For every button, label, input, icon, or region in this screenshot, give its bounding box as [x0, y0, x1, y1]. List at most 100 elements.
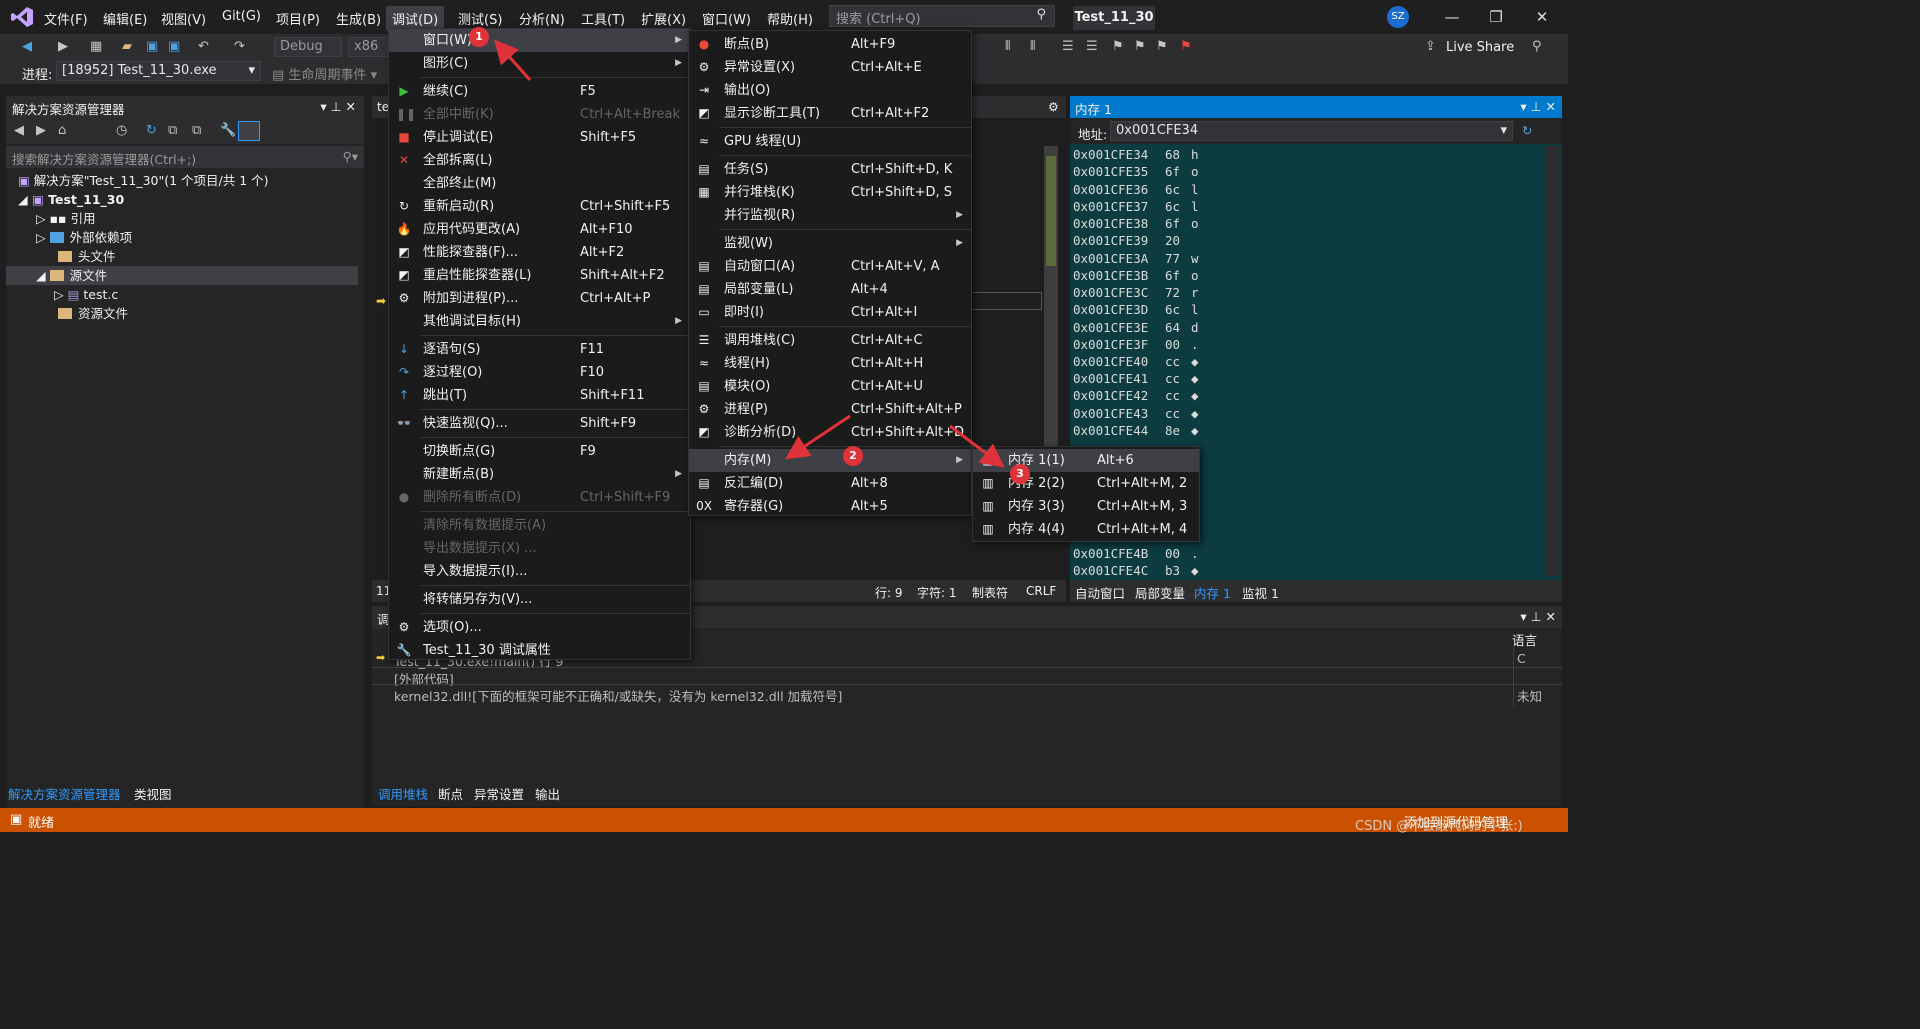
feedback-icon[interactable]: ⚲	[1532, 39, 1542, 54]
save-all-icon[interactable]: ▣	[168, 39, 180, 54]
debug-menu-item[interactable]: 👓 快速监视(Q)... Shift+F9	[389, 412, 690, 435]
search-input[interactable]: 搜索 (Ctrl+Q) ⚲	[829, 5, 1055, 27]
debug-menu-item[interactable]: ■ 停止调试(E) Shift+F5	[389, 126, 690, 149]
memory-menu-item[interactable]: ▥ 内存 2(2) Ctrl+Alt+M, 2	[973, 472, 1199, 495]
window-menu-item[interactable]: ☰ 调用堆栈(C) Ctrl+Alt+C	[689, 329, 971, 352]
show-all-files-icon[interactable]: ⧉	[192, 123, 201, 138]
forward-icon[interactable]: ▶	[36, 123, 46, 138]
tree-item-project[interactable]: ◢ ▣ Test_11_30	[6, 190, 358, 209]
tab-solution-explorer[interactable]: 解决方案资源管理器	[8, 784, 121, 803]
memory-row[interactable]: 0x001CFE3A 77 w	[1073, 251, 1199, 268]
debug-menu-item[interactable]: 其他调试目标(H) ▶	[389, 310, 690, 333]
menu-1[interactable]: 编辑(E)	[103, 9, 147, 28]
debug-menu-item[interactable]: ↓ 逐语句(S) F11	[389, 338, 690, 361]
window-menu-item[interactable]: ≈ GPU 线程(U)	[689, 130, 971, 153]
memory-row[interactable]: 0x001CFE39 20	[1073, 233, 1191, 250]
live-share-button[interactable]: Live Share	[1446, 40, 1514, 55]
window-menu-item[interactable]: ▤ 任务(S) Ctrl+Shift+D, K	[689, 158, 971, 181]
debug-menu-item[interactable]: ⚙ 附加到进程(P)... Ctrl+Alt+P	[389, 287, 690, 310]
properties-icon[interactable]: 🔧	[220, 123, 236, 138]
new-project-icon[interactable]: ▦	[90, 39, 102, 54]
memory-row[interactable]: 0x001CFE3B 6f o	[1073, 268, 1199, 285]
tabs-indicator[interactable]: 制表符	[972, 584, 1008, 601]
home-icon[interactable]: ⌂	[58, 123, 66, 138]
memory-row[interactable]: 0x001CFE3D 6c l	[1073, 302, 1199, 319]
collapse-all-icon[interactable]: ⧉	[168, 123, 177, 138]
bookmark-icon[interactable]: ⚑	[1112, 39, 1124, 54]
sync-icon[interactable]: ↻	[146, 123, 157, 138]
debug-menu-item[interactable]: 图形(C) ▶	[389, 52, 690, 75]
tree-item-source-files[interactable]: ◢ 源文件	[6, 266, 358, 285]
memory-row[interactable]: 0x001CFE42 cc ◆	[1073, 388, 1199, 405]
tab-class-view[interactable]: 类视图	[134, 784, 172, 803]
memory-row[interactable]: 0x001CFE34 68 h	[1073, 147, 1199, 164]
tree-item-solution[interactable]: ▣ 解决方案"Test_11_30"(1 个项目/共 1 个)	[6, 171, 358, 190]
minimize-button[interactable]: —	[1440, 6, 1464, 28]
window-menu-item[interactable]: ◩ 诊断分析(D) Ctrl+Shift+Alt+D	[689, 421, 971, 444]
panel-pin-icon[interactable]: ▾ ⊥ ✕	[320, 99, 356, 114]
debug-menu-item[interactable]: ↷ 逐过程(O) F10	[389, 361, 690, 384]
debug-menu-item[interactable]: 窗口(W) ▶	[389, 29, 690, 52]
menu-10[interactable]: 扩展(X)	[641, 9, 686, 28]
debug-menu-item[interactable]: 🔥 应用代码更改(A) Alt+F10	[389, 218, 690, 241]
menu-4[interactable]: 项目(P)	[276, 9, 320, 28]
window-menu-item[interactable]: 0X 寄存器(G) Alt+5	[689, 495, 971, 518]
debug-menu-item[interactable]: 新建断点(B) ▶	[389, 463, 690, 486]
debug-menu-item[interactable]: ▶ 继续(C) F5	[389, 80, 690, 103]
debug-menu-item[interactable]: 🔧 Test_11_30 调试属性	[389, 639, 690, 662]
comment-icon[interactable]: ☰	[1062, 39, 1074, 54]
debug-menu-item[interactable]: 全部终止(M)	[389, 172, 690, 195]
configuration-dropdown[interactable]: Debug	[274, 37, 342, 57]
memory-row[interactable]: 0x001CFE3C 72 r	[1073, 285, 1199, 302]
debug-menu-item[interactable]: 清除所有数据提示(A)	[389, 514, 690, 537]
memory-scrollbar[interactable]	[1546, 146, 1560, 576]
address-input[interactable]: 0x001CFE34 ▾	[1110, 121, 1513, 141]
tab-watch-1[interactable]: 监视 1	[1242, 583, 1279, 602]
memory-row[interactable]: 0x001CFE4B 00.	[1073, 546, 1199, 563]
memory-row[interactable]: 0x001CFE40 cc ◆	[1073, 354, 1199, 371]
menu-11[interactable]: 窗口(W)	[702, 9, 751, 28]
back-icon[interactable]: ◀	[22, 39, 32, 54]
forward-icon[interactable]: ▶	[58, 39, 68, 54]
tree-item-test-c[interactable]: ▷ ▤ test.c	[6, 285, 358, 304]
maximize-button[interactable]: ❐	[1484, 6, 1508, 28]
memory-row[interactable]: 0x001CFE37 6c l	[1073, 199, 1199, 216]
menu-3[interactable]: Git(G)	[222, 9, 261, 24]
window-menu-item[interactable]: ▭ 即时(I) Ctrl+Alt+I	[689, 301, 971, 324]
memory-menu-item[interactable]: ▥ 内存 3(3) Ctrl+Alt+M, 3	[973, 495, 1199, 518]
memory-row[interactable]: 0x001CFE41 cc ◆	[1073, 371, 1199, 388]
debug-menu-item[interactable]: ✕ 全部拆离(L)	[389, 149, 690, 172]
menu-7[interactable]: 测试(S)	[458, 9, 502, 28]
settings-icon[interactable]: ⚙	[1048, 100, 1059, 114]
window-menu-item[interactable]: ⚙ 异常设置(X) Ctrl+Alt+E	[689, 56, 971, 79]
menu-0[interactable]: 文件(F)	[44, 9, 88, 28]
undo-icon[interactable]: ↶	[198, 39, 209, 54]
debug-menu-item[interactable]: ⚙ 选项(O)...	[389, 616, 690, 639]
window-menu-item[interactable]: ▤ 局部变量(L) Alt+4	[689, 278, 971, 301]
debug-menu-item[interactable]: ◩ 性能探查器(F)... Alt+F2	[389, 241, 690, 264]
avatar[interactable]: SZ	[1387, 6, 1409, 28]
debug-menu-item[interactable]: 导出数据提示(X) ...	[389, 537, 690, 560]
scrollbar[interactable]	[1044, 146, 1058, 446]
debug-menu-item[interactable]: 导入数据提示(I)...	[389, 560, 690, 583]
preview-selected-button[interactable]	[238, 121, 260, 141]
memory-menu-item[interactable]: ▥ 内存 1(1) Alt+6	[973, 449, 1199, 472]
window-menu-item[interactable]: ⚙ 进程(P) Ctrl+Shift+Alt+P	[689, 398, 971, 421]
process-dropdown[interactable]: [18952] Test_11_30.exe ▾	[56, 61, 261, 81]
open-folder-icon[interactable]: ▰	[122, 39, 132, 54]
tab-autos[interactable]: 自动窗口	[1075, 583, 1125, 602]
menu-12[interactable]: 帮助(H)	[767, 9, 813, 28]
window-menu-item[interactable]: ▤ 自动窗口(A) Ctrl+Alt+V, A	[689, 255, 971, 278]
window-menu-item[interactable]: ≈ 线程(H) Ctrl+Alt+H	[689, 352, 971, 375]
tab-output[interactable]: 输出	[535, 784, 560, 803]
stack-frame-row[interactable]: kernel32.dll![下面的框架可能不正确和/或缺失，没有为 kernel…	[394, 686, 842, 705]
back-icon[interactable]: ◀	[14, 123, 24, 138]
window-menu-item[interactable]: ▤ 模块(O) Ctrl+Alt+U	[689, 375, 971, 398]
prev-bookmark-icon[interactable]: ⚑	[1134, 39, 1146, 54]
window-menu-item[interactable]: 内存(M) ▶	[689, 449, 971, 472]
window-menu-item[interactable]: ● 断点(B) Alt+F9	[689, 33, 971, 56]
menu-2[interactable]: 视图(V)	[161, 9, 206, 28]
toolbar-extra-icon[interactable]: ⫴	[1030, 39, 1035, 54]
clear-bookmark-icon[interactable]: ⚑	[1180, 39, 1192, 54]
next-bookmark-icon[interactable]: ⚑	[1156, 39, 1168, 54]
